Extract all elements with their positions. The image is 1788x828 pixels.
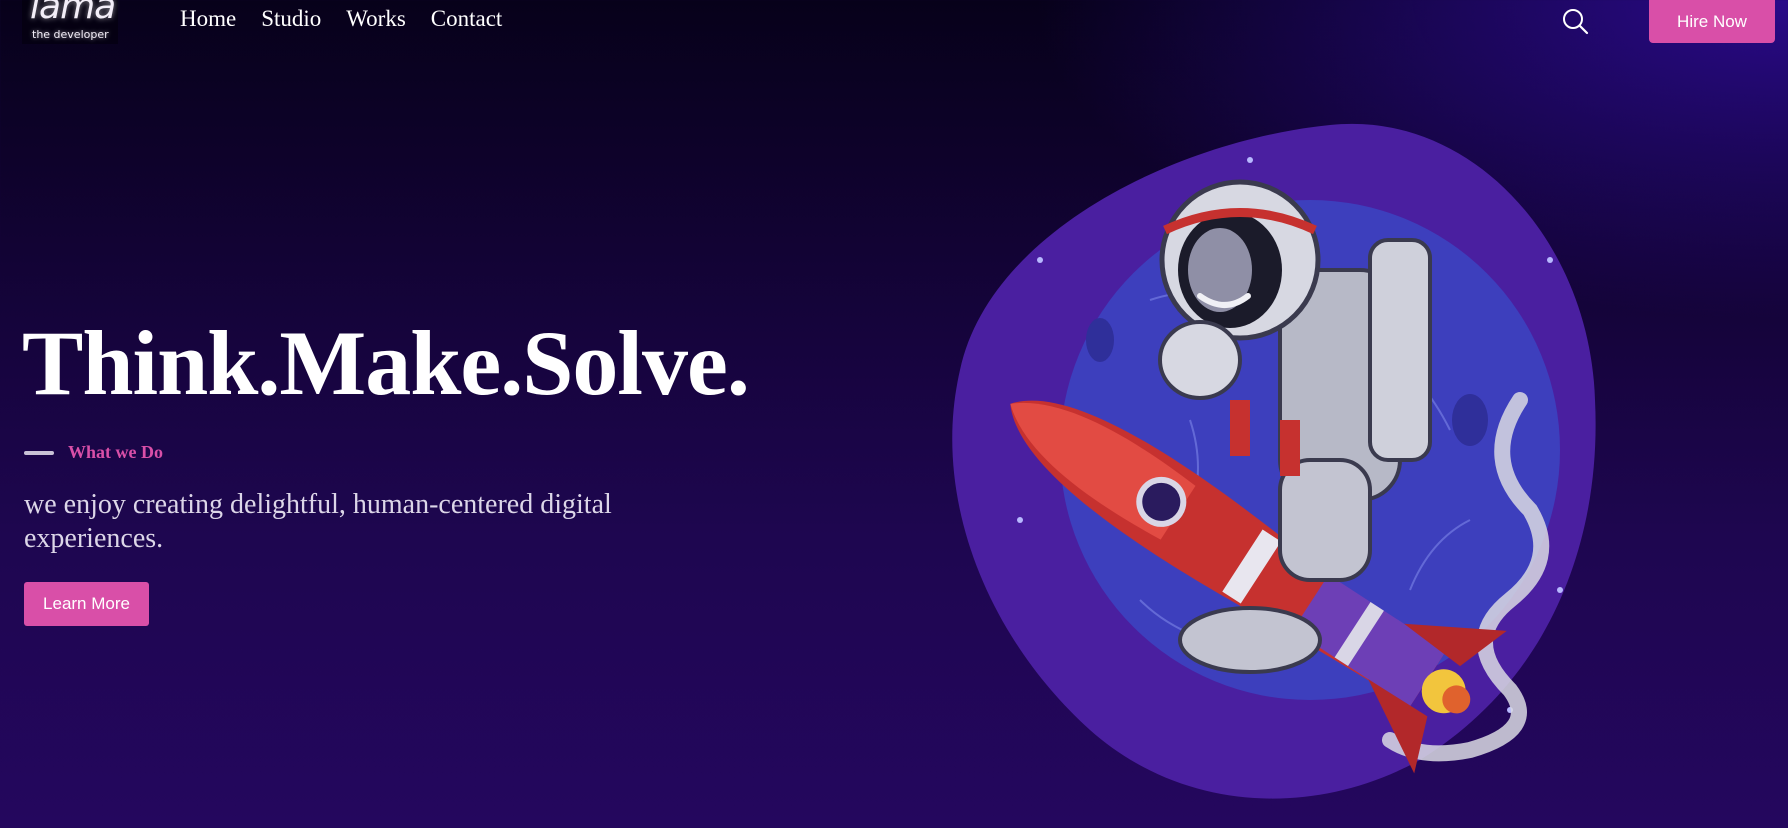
hire-now-button[interactable]: Hire Now (1649, 0, 1775, 43)
search-button[interactable] (1560, 6, 1590, 36)
eyebrow: What we Do (24, 442, 163, 463)
main-menu: Home Studio Works Contact (180, 6, 502, 32)
logo-subtitle: the developer (32, 28, 109, 41)
hero-tagline: we enjoy creating delightful, human-cent… (24, 489, 612, 554)
eyebrow-line (24, 450, 54, 455)
nav-link-home[interactable]: Home (180, 6, 236, 32)
nav-link-contact[interactable]: Contact (431, 6, 503, 32)
eyebrow-text: What we Do (68, 442, 163, 462)
hero-title: Think.Make.Solve. (22, 312, 750, 414)
astronaut-rocket-image (952, 123, 1596, 799)
logo-script: lama (30, 0, 116, 27)
top-nav: lama the developer Home Studio Works Con… (0, 0, 1788, 50)
nav-link-works[interactable]: Works (346, 6, 405, 32)
logo[interactable]: lama the developer (22, 0, 118, 44)
search-icon (1563, 9, 1589, 35)
learn-more-button[interactable]: Learn More (24, 582, 149, 626)
astronaut-illustration (950, 120, 1610, 828)
nav-link-studio[interactable]: Studio (261, 6, 321, 32)
crater (1086, 318, 1114, 362)
crater (1452, 394, 1488, 446)
